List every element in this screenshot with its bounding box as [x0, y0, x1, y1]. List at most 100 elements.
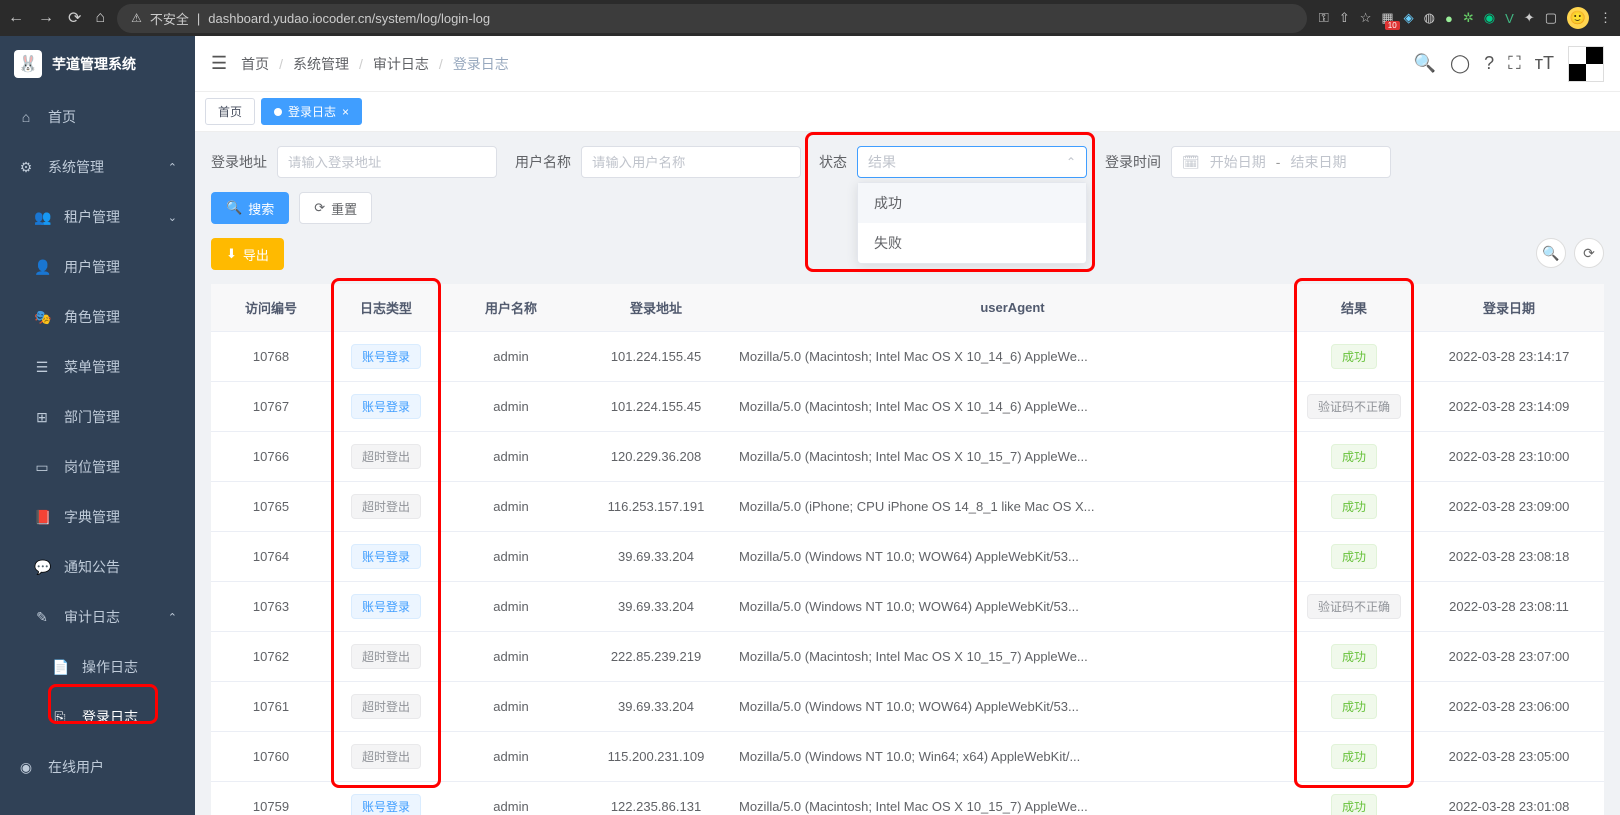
star-icon[interactable]: ☆: [1360, 10, 1372, 26]
filter-time-label: 登录时间: [1105, 152, 1161, 172]
cell-date: 2022-03-28 23:08:18: [1414, 532, 1604, 582]
export-button[interactable]: ⬇ 导出: [211, 238, 284, 270]
cell-id: 10766: [211, 432, 331, 482]
menu-label: 岗位管理: [64, 457, 120, 477]
sidebar-item[interactable]: ▭岗位管理: [0, 442, 195, 492]
ext-icon[interactable]: ◈: [1404, 10, 1414, 26]
profile-avatar[interactable]: 🙂: [1567, 7, 1589, 29]
cell-ua: Mozilla/5.0 (Windows NT 10.0; WOW64) App…: [731, 682, 1294, 732]
sidebar-item[interactable]: ✎审计日志⌃: [0, 592, 195, 642]
menu-icon: ✎: [34, 609, 50, 626]
tab-login-log[interactable]: 登录日志 ×: [261, 98, 362, 125]
cell-type: 超时登出: [331, 482, 441, 532]
brand[interactable]: 🐰 芋道管理系统: [0, 36, 195, 92]
share-icon[interactable]: ⇧: [1339, 10, 1350, 26]
table-row: 10761 超时登出 admin 39.69.33.204 Mozilla/5.…: [211, 682, 1604, 732]
close-icon[interactable]: ×: [342, 105, 349, 119]
sidebar-item[interactable]: 🎭角色管理: [0, 292, 195, 342]
cell-type: 超时登出: [331, 632, 441, 682]
type-tag: 超时登出: [351, 744, 421, 769]
menu-icon: ⎘: [52, 709, 68, 726]
reload-icon[interactable]: ⟳: [68, 8, 81, 28]
breadcrumb-item[interactable]: 首页: [241, 54, 269, 74]
vue-icon[interactable]: V: [1505, 11, 1514, 26]
help-icon[interactable]: ?: [1484, 53, 1494, 74]
extension-badge[interactable]: ▦10: [1381, 10, 1393, 26]
sidebar-item[interactable]: 📕字典管理: [0, 492, 195, 542]
cell-date: 2022-03-28 23:01:08: [1414, 782, 1604, 815]
type-tag: 账号登录: [351, 594, 421, 619]
table-search-icon[interactable]: 🔍: [1536, 238, 1566, 268]
forward-icon[interactable]: →: [38, 9, 54, 27]
puzzle-icon[interactable]: ✦: [1524, 10, 1535, 26]
filter-status-select[interactable]: 结果 ⌃: [857, 146, 1087, 178]
browser-chrome: ← → ⟳ ⌂ ⚠ 不安全 | dashboard.yudao.iocoder.…: [0, 0, 1620, 36]
status-option-success[interactable]: 成功: [858, 183, 1086, 223]
window-icon[interactable]: ▢: [1545, 10, 1557, 26]
ext-icon[interactable]: ◉: [1484, 10, 1495, 26]
result-tag: 成功: [1331, 544, 1377, 569]
fullscreen-icon[interactable]: ⛶: [1508, 53, 1521, 74]
tab-home[interactable]: 首页: [205, 98, 255, 125]
qr-avatar[interactable]: [1568, 46, 1604, 82]
cell-ip: 101.224.155.45: [581, 332, 731, 382]
github-icon[interactable]: ◯: [1450, 53, 1470, 74]
main: ☰ 首页 / 系统管理 / 审计日志 / 登录日志 🔍 ◯ ? ⛶ тT 首页: [195, 36, 1620, 815]
reset-button[interactable]: ⟳ 重置: [299, 192, 372, 224]
key-icon[interactable]: ⚿: [1319, 10, 1329, 26]
breadcrumb-current: 登录日志: [453, 54, 509, 74]
menu-label: 首页: [48, 107, 76, 127]
cell-ip: 122.235.86.131: [581, 782, 731, 815]
cell-ua: Mozilla/5.0 (Windows NT 10.0; WOW64) App…: [731, 582, 1294, 632]
menu-icon[interactable]: ⋮: [1599, 10, 1612, 26]
ext-icon[interactable]: ●: [1445, 11, 1453, 26]
cell-date: 2022-03-28 23:10:00: [1414, 432, 1604, 482]
sidebar-item[interactable]: ⚙系统管理⌃: [0, 142, 195, 192]
ext-icon[interactable]: ◍: [1424, 10, 1435, 26]
sidebar-item[interactable]: ☰菜单管理: [0, 342, 195, 392]
sidebar-item[interactable]: ⊞部门管理: [0, 392, 195, 442]
cell-result: 成功: [1294, 732, 1414, 782]
table-refresh-icon[interactable]: ⟳: [1574, 238, 1604, 268]
url-bar[interactable]: ⚠ 不安全 | dashboard.yudao.iocoder.cn/syste…: [117, 4, 1307, 33]
menu-icon: ⚙: [18, 159, 34, 176]
filter-date-range[interactable]: 🗓 开始日期 - 结束日期: [1171, 146, 1391, 178]
filter-addr-label: 登录地址: [211, 152, 267, 172]
cell-ua: Mozilla/5.0 (Windows NT 10.0; Win64; x64…: [731, 732, 1294, 782]
cell-result: 成功: [1294, 682, 1414, 732]
home-icon[interactable]: ⌂: [95, 9, 105, 27]
back-icon[interactable]: ←: [8, 9, 24, 27]
cell-ip: 39.69.33.204: [581, 582, 731, 632]
sidebar-item[interactable]: 💬通知公告: [0, 542, 195, 592]
table-row: 10759 账号登录 admin 122.235.86.131 Mozilla/…: [211, 782, 1604, 815]
sidebar-item[interactable]: ◉在线用户: [0, 742, 195, 792]
result-tag: 成功: [1331, 744, 1377, 769]
breadcrumb-item[interactable]: 审计日志: [373, 54, 429, 74]
breadcrumb-item[interactable]: 系统管理: [293, 54, 349, 74]
status-option-fail[interactable]: 失败: [858, 223, 1086, 263]
sidebar-item[interactable]: 📄操作日志: [0, 642, 195, 692]
font-size-icon[interactable]: тT: [1535, 53, 1554, 74]
menu-label: 用户管理: [64, 257, 120, 277]
filter-user-input[interactable]: [581, 146, 801, 178]
topbar: ☰ 首页 / 系统管理 / 审计日志 / 登录日志 🔍 ◯ ? ⛶ тT: [195, 36, 1620, 92]
chevron-icon: ⌃: [168, 611, 177, 624]
cell-result: 成功: [1294, 482, 1414, 532]
cell-ua: Mozilla/5.0 (Macintosh; Intel Mac OS X 1…: [731, 382, 1294, 432]
cell-user: admin: [441, 532, 581, 582]
sidebar-item[interactable]: 👥租户管理⌄: [0, 192, 195, 242]
hamburger-icon[interactable]: ☰: [211, 53, 227, 74]
sidebar-item[interactable]: ⎘登录日志: [0, 692, 195, 742]
th-user: 用户名称: [441, 284, 581, 332]
cell-type: 账号登录: [331, 332, 441, 382]
filter-addr-input[interactable]: [277, 146, 497, 178]
ext-icon[interactable]: ✲: [1463, 10, 1474, 26]
result-tag: 成功: [1331, 494, 1377, 519]
sidebar-item[interactable]: ⌂首页: [0, 92, 195, 142]
search-icon[interactable]: 🔍: [1414, 53, 1436, 74]
chevron-icon: ⌃: [168, 161, 177, 174]
type-tag: 超时登出: [351, 444, 421, 469]
cell-user: admin: [441, 582, 581, 632]
search-button[interactable]: 🔍 搜索: [211, 192, 289, 224]
sidebar-item[interactable]: 👤用户管理: [0, 242, 195, 292]
